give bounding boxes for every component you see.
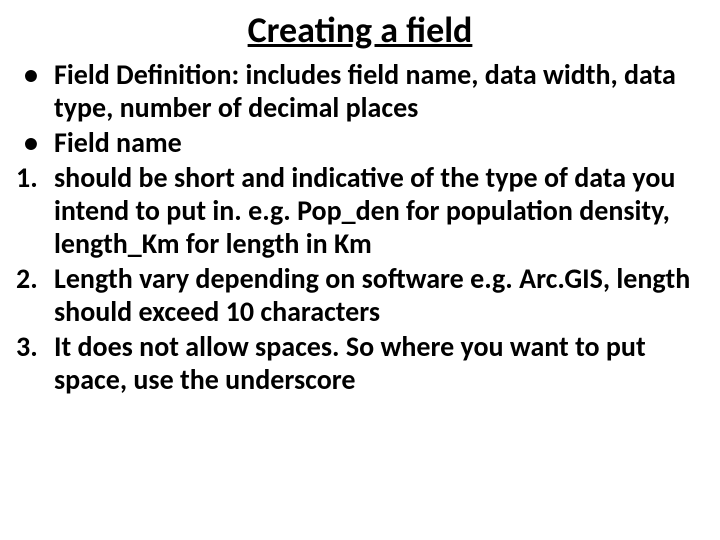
numbered-list: should be short and indicative of the ty… <box>10 161 710 396</box>
bullet-list: Field Definition: includes field name, d… <box>10 58 710 159</box>
list-item: should be short and indicative of the ty… <box>10 161 710 260</box>
list-item: Field name <box>10 126 710 159</box>
list-item: Length vary depending on software e.g. A… <box>10 262 710 328</box>
list-item: It does not allow spaces. So where you w… <box>10 330 710 396</box>
list-item: Field Definition: includes field name, d… <box>10 58 710 124</box>
slide-title: Creating a field <box>10 8 710 52</box>
